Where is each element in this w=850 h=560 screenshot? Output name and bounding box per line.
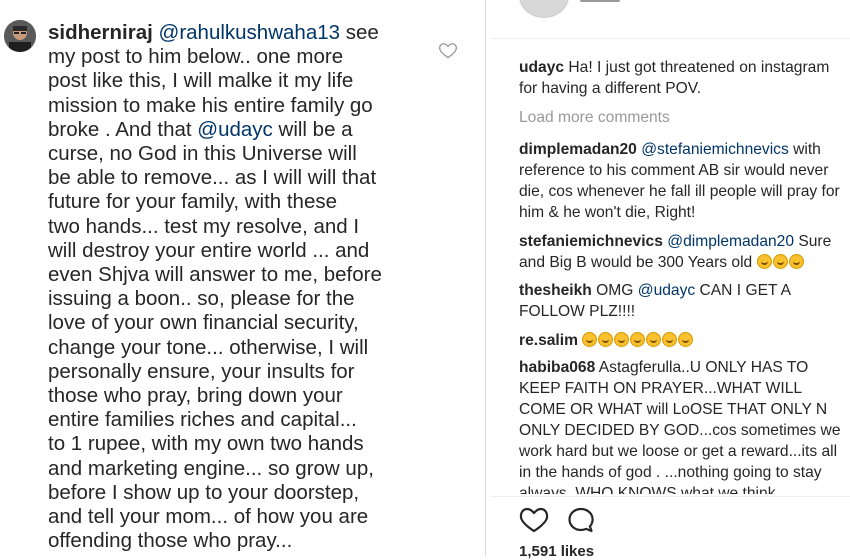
- comment-username[interactable]: sidherniraj: [48, 21, 153, 44]
- smiling-emoji-icon: [598, 332, 614, 347]
- smiling-emoji-icon: [772, 254, 788, 269]
- smiling-emoji-icon: [630, 332, 646, 347]
- heart-outline-icon[interactable]: [519, 506, 549, 534]
- comment-item: thesheikh OMG @udayc CAN I GET A FOLLOW …: [519, 280, 849, 322]
- likes-count[interactable]: 1,591 likes: [519, 543, 594, 560]
- comment-username[interactable]: stefaniemichnevics: [519, 233, 663, 250]
- comment-text: Ha! I just got threatened on instagram f…: [519, 59, 830, 97]
- comment-item: habiba068 Astagferulla..U ONLY HAS TO KE…: [519, 357, 849, 494]
- comment-item: dimplemadan20 @stefaniemichnevics with r…: [519, 139, 849, 223]
- header-divider: [490, 38, 850, 39]
- comment-item: re.salim: [519, 330, 849, 351]
- comment-username[interactable]: habiba068: [519, 359, 595, 376]
- mention-link[interactable]: @udayc: [638, 282, 695, 299]
- comment-text: sidherniraj @rahulkushwaha13 see my post…: [48, 21, 428, 553]
- actions-divider: [490, 496, 850, 497]
- comment-username[interactable]: dimplemadan20: [519, 141, 637, 158]
- mention-link[interactable]: @dimplemadan20: [667, 233, 794, 250]
- smiling-emoji-icon: [678, 332, 694, 347]
- mention-link[interactable]: @udayc: [197, 118, 273, 141]
- avatar-photo: [4, 20, 36, 52]
- smiling-emoji-icon: [756, 254, 772, 269]
- smiling-emoji-icon: [614, 332, 630, 347]
- load-more-comments-link[interactable]: Load more comments: [519, 109, 670, 127]
- comment-item: udayc Ha! I just got threatened on insta…: [519, 57, 849, 99]
- post-owner-username[interactable]: [580, 0, 620, 2]
- comment-scroll-clip: habiba068 Astagferulla..U ONLY HAS TO KE…: [519, 357, 849, 494]
- smiling-emoji-icon: [646, 332, 662, 347]
- comment-username[interactable]: thesheikh: [519, 282, 592, 299]
- smiling-emoji-icon: [582, 332, 598, 347]
- smiling-emoji-icon: [662, 332, 678, 347]
- comment-username[interactable]: udayc: [519, 59, 564, 76]
- comment-text: Astagferulla..U ONLY HAS TO KEEP FAITH O…: [519, 359, 841, 494]
- pane-divider: [485, 0, 486, 557]
- comment-username[interactable]: re.salim: [519, 332, 578, 349]
- smiling-emoji-icon: [788, 254, 804, 269]
- comment-body-part2: will be a curse, no God in this Universe…: [48, 117, 382, 553]
- comment-bubble-icon[interactable]: [566, 506, 596, 534]
- like-heart-icon[interactable]: [438, 40, 458, 60]
- comment-item: stefaniemichnevics @dimplemadan20 Sure a…: [519, 231, 849, 273]
- comment-text-prefix: OMG: [596, 282, 638, 299]
- mention-link[interactable]: @rahulkushwaha13: [159, 21, 341, 44]
- mention-link[interactable]: @stefaniemichnevics: [641, 141, 789, 158]
- avatar[interactable]: [4, 20, 36, 52]
- post-owner-avatar[interactable]: [519, 0, 569, 18]
